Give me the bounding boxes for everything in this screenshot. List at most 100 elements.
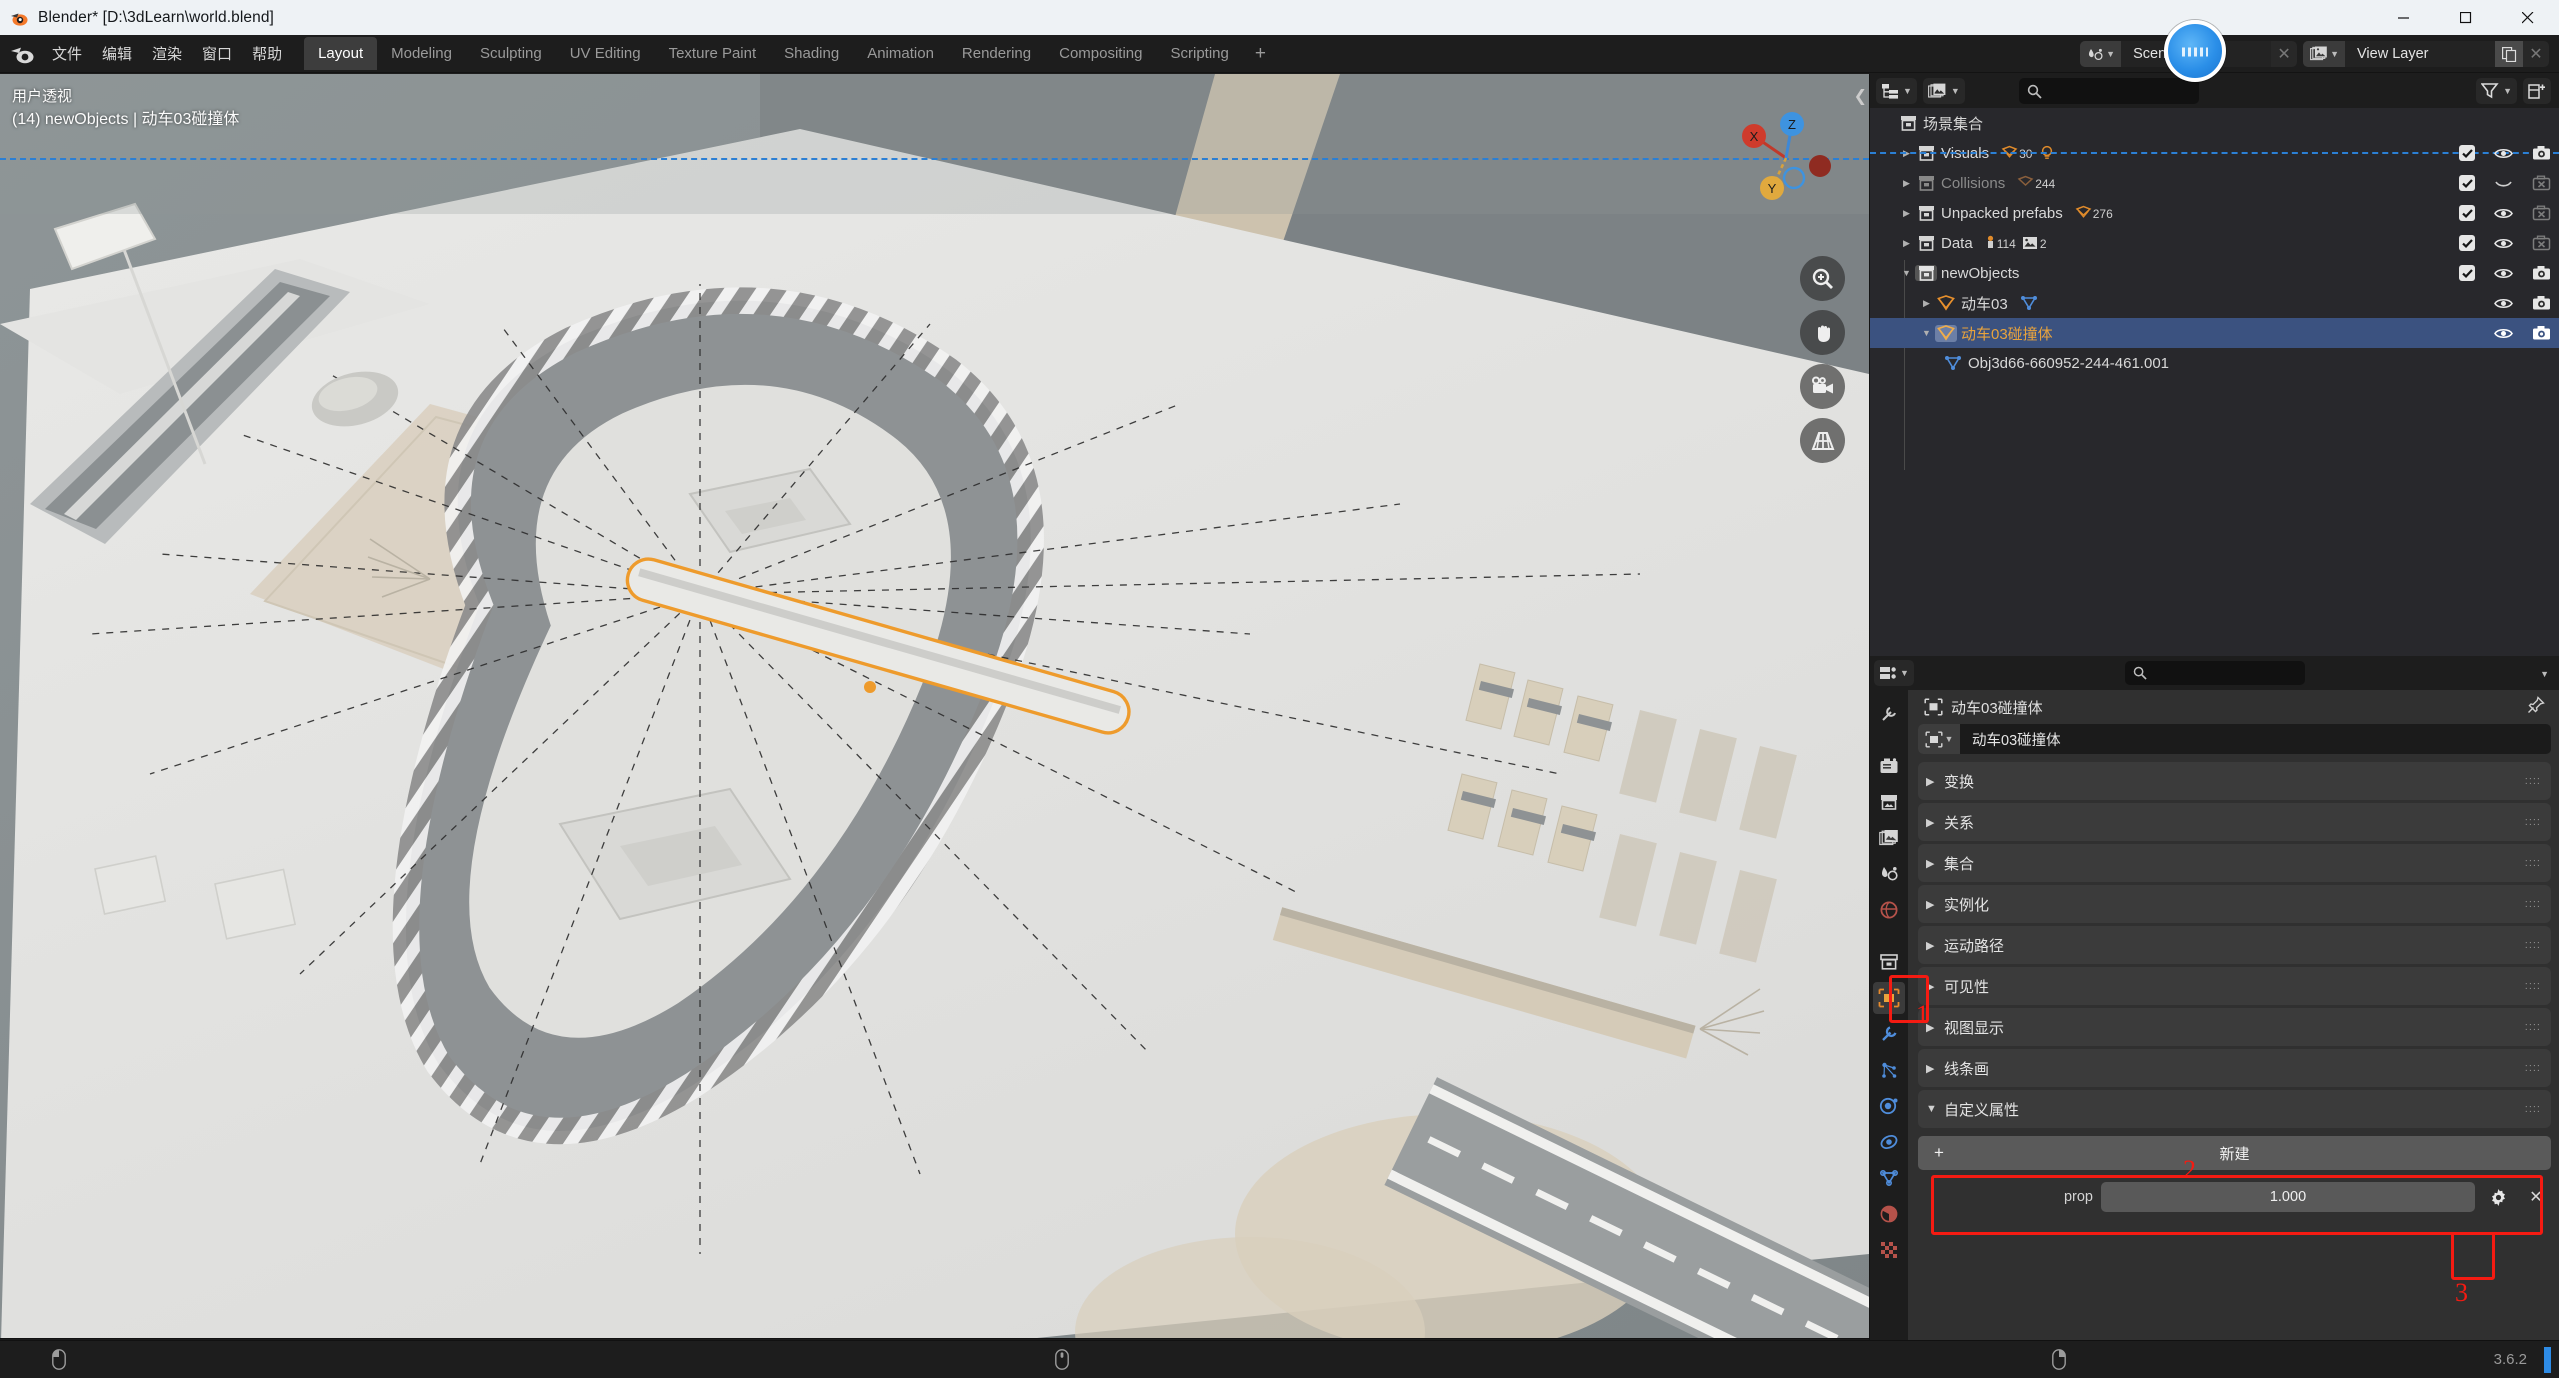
properties-panel-visibility[interactable]: ▶ 可见性 :::: [1918,967,2551,1005]
disclosure-triangle[interactable]: ▶ [1898,208,1915,219]
menu-file[interactable]: 文件 [42,39,92,68]
view-layer-icon[interactable]: ▼ [2303,41,2345,67]
outliner-row-object-dongche03-collider[interactable]: ▼ 动车03碰撞体 [1870,318,2559,348]
minimize-button[interactable] [2373,0,2435,35]
disclosure-triangle[interactable]: ▼ [1898,268,1915,278]
gear-icon[interactable] [2483,1182,2513,1212]
outliner-tree[interactable]: 场景集合 ▶ Visuals 30 ▶ Collisions 244 ▶ Unp… [1870,108,2559,656]
properties-options-dropdown[interactable]: ▼ [2540,664,2549,682]
workspace-tab-scripting[interactable]: Scripting [1157,37,1243,70]
disclosure-triangle[interactable]: ▶ [1918,298,1935,309]
custom-property-value[interactable]: 1.000 [2101,1182,2475,1212]
close-button[interactable] [2497,0,2559,35]
3d-viewport[interactable]: 用户透视 (14) newObjects | 动车03碰撞体 X Z Y ❮ [0,74,1869,1378]
pin-icon[interactable] [2527,696,2545,718]
menu-edit[interactable]: 编辑 [92,39,142,68]
properties-tab-view-layer[interactable] [1873,822,1905,854]
row-render-camera-icon[interactable] [2531,295,2551,311]
zoom-icon[interactable] [1800,256,1845,301]
id-type-filter-icon[interactable]: ▼ [1922,78,1965,104]
scene-name[interactable]: Scene [2121,41,2272,67]
menu-window[interactable]: 窗口 [192,39,242,68]
properties-editor-type-icon[interactable]: ▼ [1874,660,1914,686]
workspace-tab-compositing[interactable]: Compositing [1045,37,1156,70]
workspace-tab-animation[interactable]: Animation [853,37,948,70]
object-name-field[interactable]: ▼ 动车03碰撞体 [1918,724,2551,754]
row-render-camera-disabled-icon[interactable] [2531,175,2551,191]
view-layer-copy-button[interactable] [2495,41,2523,67]
row-render-camera-icon[interactable] [2531,325,2551,341]
row-checkbox[interactable] [2459,145,2475,161]
camera-view-icon[interactable] [1800,364,1845,409]
scene-selector[interactable]: ▼ Scene ✕ [2080,41,2298,67]
outliner-row-data[interactable]: ▶ Data 114 2 [1870,228,2559,258]
outliner-row-object-dongche03[interactable]: ▶ 动车03 [1870,288,2559,318]
row-visibility-eye-icon[interactable] [2493,207,2513,220]
navigation-gizmo[interactable]: X Z Y [1724,96,1849,221]
properties-panel-collections[interactable]: ▶ 集合 :::: [1918,844,2551,882]
workspace-tab-modeling[interactable]: Modeling [377,37,466,70]
disclosure-triangle[interactable]: ▶ [1898,178,1915,189]
row-render-camera-disabled-icon[interactable] [2531,205,2551,221]
properties-tab-render[interactable] [1873,750,1905,782]
properties-tab-particles[interactable] [1873,1054,1905,1086]
properties-panel-viewport-display[interactable]: ▶ 视图显示 :::: [1918,1008,2551,1046]
properties-panel-motion-paths[interactable]: ▶ 运动路径 :::: [1918,926,2551,964]
row-visibility-eye-icon[interactable] [2493,267,2513,280]
outliner-row-scene-collection[interactable]: 场景集合 [1870,108,2559,138]
outliner-row-visuals[interactable]: ▶ Visuals 30 [1870,138,2559,168]
row-visibility-eye-icon[interactable] [2493,147,2513,160]
properties-tab-modifiers[interactable] [1873,1018,1905,1050]
funnel-filter-icon[interactable]: ▼ [2476,78,2517,104]
scene-remove-button[interactable]: ✕ [2271,41,2297,67]
orthographic-grid-icon[interactable] [1800,418,1845,463]
properties-tab-collection[interactable] [1873,946,1905,978]
properties-tab-object[interactable] [1873,982,1905,1014]
properties-tab-physics[interactable] [1873,1090,1905,1122]
outliner-row-newobjects[interactable]: ▼ newObjects [1870,258,2559,288]
workspace-tab-sculpting[interactable]: Sculpting [466,37,556,70]
delete-property-button[interactable]: ✕ [2521,1182,2551,1212]
view-layer-remove-button[interactable]: ✕ [2523,41,2549,67]
properties-tab-material[interactable] [1873,1198,1905,1230]
object-icon[interactable]: ▼ [1918,724,1960,754]
outliner-row-mesh-data[interactable]: Obj3d66-660952-244-461.001 [1870,348,2559,378]
outliner-row-collisions[interactable]: ▶ Collisions 244 [1870,168,2559,198]
properties-panel-custom-properties[interactable]: ▼ 自定义属性 :::: [1918,1090,2551,1128]
view-layer-name[interactable]: View Layer [2345,41,2495,67]
row-render-camera-icon[interactable] [2531,145,2551,161]
disclosure-triangle[interactable]: ▼ [1918,328,1935,338]
workspace-tab-texture-paint[interactable]: Texture Paint [655,37,771,70]
maximize-button[interactable] [2435,0,2497,35]
properties-panel-transform[interactable]: ▶ 变换 :::: [1918,762,2551,800]
row-visibility-eye-closed-icon[interactable] [2493,177,2513,190]
properties-tab-output[interactable] [1873,786,1905,818]
workspace-tab-shading[interactable]: Shading [770,37,853,70]
row-checkbox[interactable] [2459,175,2475,191]
menu-render[interactable]: 渲染 [142,39,192,68]
properties-panel-instancing[interactable]: ▶ 实例化 :::: [1918,885,2551,923]
row-visibility-eye-icon[interactable] [2493,327,2513,340]
row-render-camera-disabled-icon[interactable] [2531,235,2551,251]
properties-panel-line-art[interactable]: ▶ 线条画 :::: [1918,1049,2551,1087]
new-collection-icon[interactable] [2523,78,2551,104]
workspace-tab-uv-editing[interactable]: UV Editing [556,37,655,70]
outliner-search-input[interactable] [2018,78,2199,104]
view-layer-selector[interactable]: ▼ View Layer ✕ [2303,41,2549,67]
outliner-row-unpacked-prefabs[interactable]: ▶ Unpacked prefabs 276 [1870,198,2559,228]
object-name-value[interactable]: 动车03碰撞体 [1960,729,2061,750]
custom-property-new-button[interactable]: + 新建 [1918,1136,2551,1170]
workspace-tab-rendering[interactable]: Rendering [948,37,1045,70]
properties-tab-object-data[interactable] [1873,1162,1905,1194]
pan-hand-icon[interactable] [1800,310,1845,355]
properties-panel-relations[interactable]: ▶ 关系 :::: [1918,803,2551,841]
disclosure-triangle[interactable]: ▶ [1898,238,1915,249]
properties-tab-texture[interactable] [1873,1234,1905,1266]
row-visibility-eye-icon[interactable] [2493,237,2513,250]
blender-app-icon[interactable] [8,41,38,67]
properties-tab-tool[interactable] [1873,698,1905,730]
row-visibility-eye-icon[interactable] [2493,297,2513,310]
menu-help[interactable]: 帮助 [242,39,292,68]
row-checkbox[interactable] [2459,265,2475,281]
properties-tab-world[interactable] [1873,894,1905,926]
